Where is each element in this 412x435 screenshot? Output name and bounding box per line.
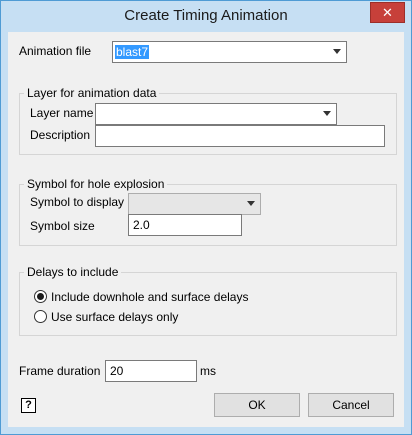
close-icon: ✕ (382, 5, 393, 20)
radio-selected-dot (37, 293, 44, 300)
title-bar[interactable]: Create Timing Animation ✕ (1, 1, 411, 32)
chevron-down-icon[interactable] (333, 49, 341, 54)
animation-file-combo[interactable]: blast7 (112, 41, 347, 63)
layer-group-title: Layer for animation data (24, 86, 160, 100)
symbol-size-value: 2.0 (133, 218, 150, 232)
dialog-title: Create Timing Animation (124, 7, 288, 24)
radio-surface-only[interactable]: Use surface delays only (33, 309, 263, 325)
frame-duration-field[interactable]: 20 (105, 360, 197, 382)
radio-downhole-and-surface[interactable]: Include downhole and surface delays (33, 289, 263, 305)
frame-duration-unit: ms (200, 364, 216, 378)
symbol-size-field[interactable]: 2.0 (128, 214, 242, 236)
radio-label: Include downhole and surface delays (51, 290, 249, 304)
symbol-group-title: Symbol for hole explosion (24, 177, 168, 191)
radio-button[interactable] (34, 290, 47, 303)
chevron-down-icon[interactable] (323, 111, 331, 116)
symbol-size-label: Symbol size (30, 219, 95, 233)
close-button[interactable]: ✕ (370, 2, 405, 23)
animation-file-label: Animation file (19, 44, 92, 58)
symbol-display-label: Symbol to display (30, 195, 125, 209)
symbol-display-combo[interactable] (128, 193, 261, 215)
radio-label: Use surface delays only (51, 310, 179, 324)
chevron-down-icon[interactable] (247, 201, 255, 206)
dialog-body: Animation file blast7 Layer for animatio… (8, 32, 404, 427)
frame-duration-label: Frame duration (19, 364, 101, 378)
description-label: Description (30, 128, 91, 142)
help-icon[interactable]: ? (21, 398, 36, 413)
animation-file-value: blast7 (115, 45, 150, 59)
frame-duration-value: 20 (110, 364, 124, 378)
radio-button[interactable] (34, 310, 47, 323)
cancel-button[interactable]: Cancel (308, 393, 394, 417)
layer-name-combo[interactable] (95, 103, 337, 125)
layer-name-label: Layer name (30, 106, 94, 120)
dialog-window: Create Timing Animation ✕ Animation file… (0, 0, 412, 435)
ok-button[interactable]: OK (214, 393, 300, 417)
description-field[interactable] (95, 125, 385, 147)
delays-group-title: Delays to include (24, 265, 122, 279)
